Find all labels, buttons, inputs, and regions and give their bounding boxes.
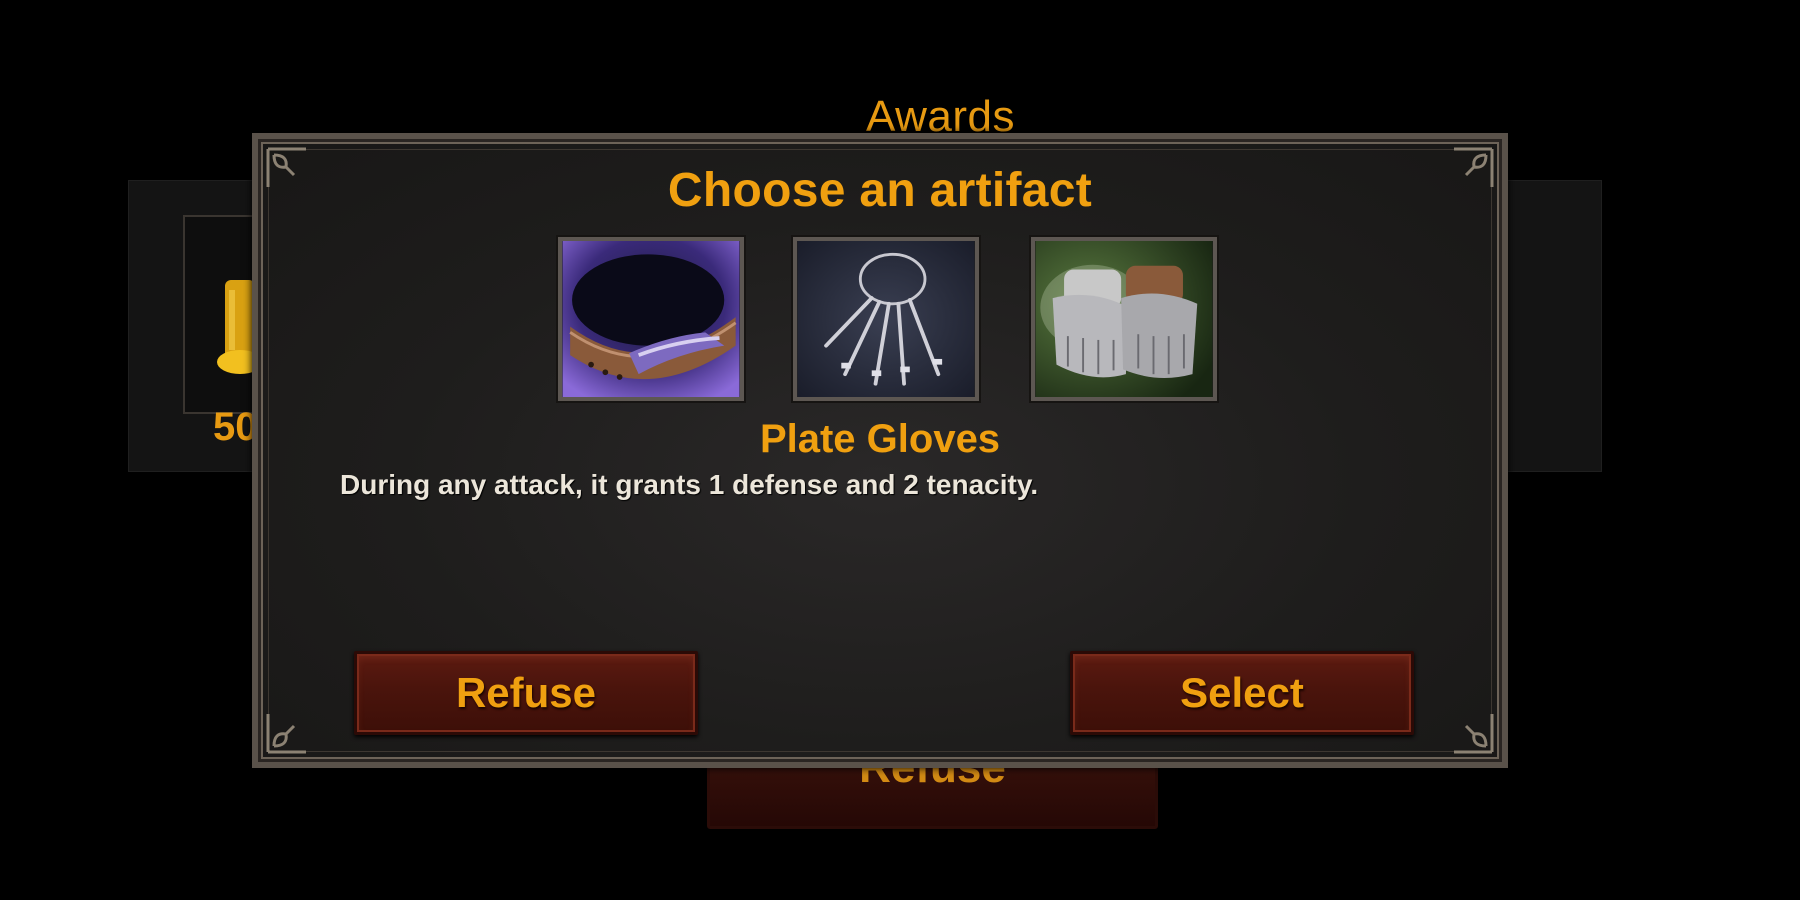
artifact-keyring[interactable]	[793, 237, 979, 401]
artifact-plate-gloves[interactable]	[1031, 237, 1217, 401]
keyring-icon	[797, 241, 975, 397]
refuse-button-label: Refuse	[455, 669, 597, 716]
dialog-title: Choose an artifact	[667, 164, 1093, 217]
choose-artifact-dialog: Choose an artifact Plate Gloves During a…	[252, 133, 1508, 768]
corner-ornament-icon	[264, 710, 310, 756]
artifact-list	[558, 237, 1258, 407]
selected-artifact-name: Plate Gloves	[759, 417, 1001, 461]
collar-icon	[562, 241, 740, 397]
reward-count: 50	[213, 405, 258, 449]
selected-artifact-description: During any attack, it grants 1 defense a…	[340, 469, 1039, 500]
corner-ornament-icon	[1450, 710, 1496, 756]
select-button[interactable]: Select	[1070, 651, 1414, 735]
plate-gloves-icon	[1035, 241, 1213, 397]
refuse-button[interactable]: Refuse	[354, 651, 698, 735]
game-screen: Awards 50 Refuse Choose an artifact	[0, 0, 1800, 900]
select-button-label: Select	[1180, 669, 1304, 716]
artifact-collar[interactable]	[558, 237, 744, 401]
